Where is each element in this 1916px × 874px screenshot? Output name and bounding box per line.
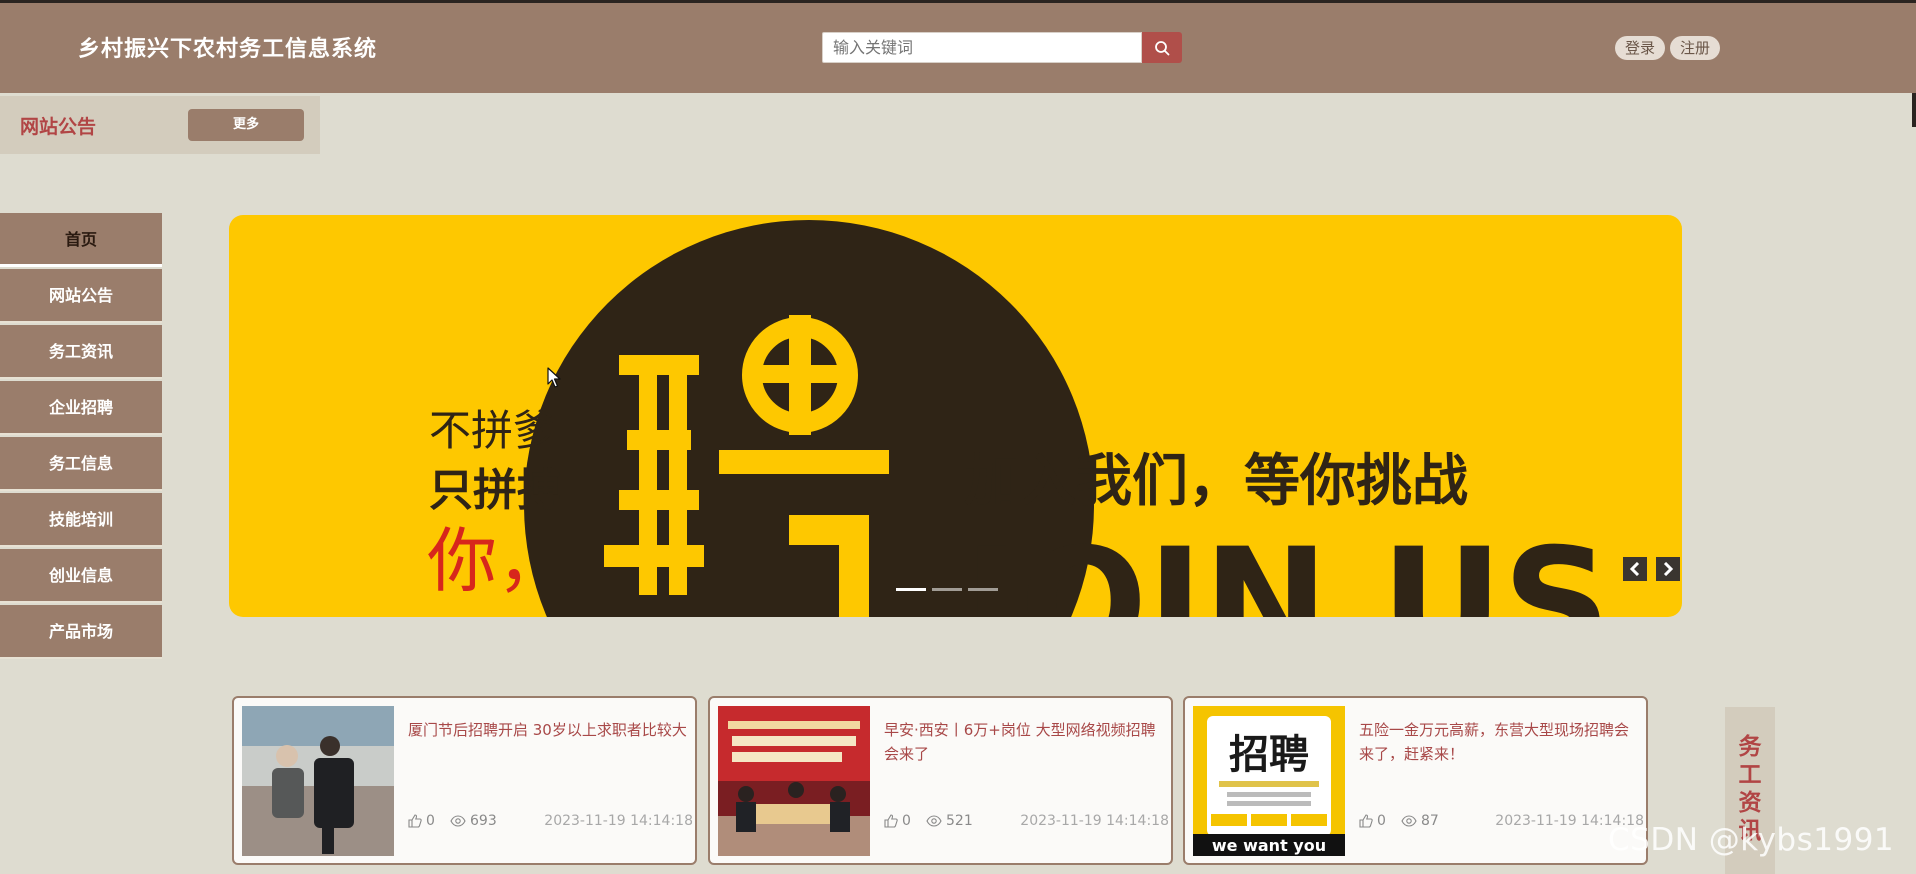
like-count: 0 (426, 813, 435, 829)
nav-item-recruitment[interactable]: 企业招聘 (0, 381, 162, 435)
carousel-prev-button[interactable] (1623, 557, 1647, 581)
thumbs-up-icon (1359, 814, 1373, 828)
like-count: 0 (902, 813, 911, 829)
banner-line1: 不拼爹 (429, 406, 555, 455)
like-button[interactable]: 0 (884, 813, 911, 829)
like-button[interactable]: 0 (408, 813, 435, 829)
notice-bar: 网站公告 更多 (0, 96, 320, 154)
top-header: 乡村振兴下农村务工信息系统 登录 注册 (0, 0, 1916, 93)
thumb-recruit-text: 招聘 (1229, 732, 1309, 778)
nav-item-work-info[interactable]: 务工信息 (0, 437, 162, 491)
news-meta: 0 521 2023-11-19 14:14:18 (884, 813, 1169, 833)
register-button[interactable]: 注册 (1670, 36, 1720, 60)
view-stat: 87 (1401, 813, 1439, 829)
login-button[interactable]: 登录 (1615, 36, 1665, 60)
watermark-text: CSDN @kybs1991 (1608, 822, 1895, 858)
carousel-dot[interactable] (932, 588, 962, 591)
eye-icon (926, 815, 942, 827)
news-date: 2023-11-19 14:14:18 (1020, 813, 1169, 829)
news-card[interactable]: 厦门节后招聘开启 30岁以上求职者比较大 0 693 2023-11-19 14… (232, 696, 697, 865)
banner-join-text: JOIN US (955, 517, 1611, 617)
view-count: 521 (946, 813, 973, 829)
search-icon (1155, 40, 1170, 55)
carousel-dot[interactable] (968, 588, 998, 591)
nav-item-product-market[interactable]: 产品市场 (0, 605, 162, 659)
notice-title: 网站公告 (20, 116, 97, 138)
news-thumbnail (242, 706, 394, 856)
carousel-dot[interactable] (896, 588, 926, 591)
site-title: 乡村振兴下农村务工信息系统 (78, 37, 378, 62)
banner-slogan: 加入我们，等你挑战 (964, 449, 1468, 514)
news-title[interactable]: 早安·西安丨6万+岗位 大型网络视频招聘会来了 (884, 718, 1164, 766)
news-card[interactable]: 招聘 we want you 五险一金万元高薪，东营大型现场招聘会来了，赶紧来！… (1183, 696, 1648, 865)
banner-carousel[interactable]: 不拼爹 只拼搏 你， 加入我们，等你挑战 JOIN US (229, 215, 1682, 617)
eye-icon (1401, 815, 1417, 827)
banner-line3: 你， (427, 520, 567, 602)
eye-icon (450, 815, 466, 827)
nav-item-startup-info[interactable]: 创业信息 (0, 549, 162, 603)
mouse-cursor-icon (547, 367, 561, 388)
view-stat: 693 (450, 813, 497, 829)
news-thumbnail: 招聘 we want you (1193, 706, 1345, 856)
banner-line2: 只拼搏 (429, 465, 561, 516)
window-edge (1912, 93, 1916, 127)
like-count: 0 (1377, 813, 1386, 829)
carousel-indicators (896, 588, 998, 591)
news-thumbnail (718, 706, 870, 856)
view-count: 693 (470, 813, 497, 829)
nav-item-home[interactable]: 首页 (0, 213, 162, 267)
nav-item-skill-training[interactable]: 技能培训 (0, 493, 162, 547)
view-stat: 521 (926, 813, 973, 829)
news-date: 2023-11-19 14:14:18 (544, 813, 693, 829)
chevron-right-icon (1663, 562, 1674, 576)
nav-item-notice[interactable]: 网站公告 (0, 269, 162, 323)
news-title[interactable]: 厦门节后招聘开启 30岁以上求职者比较大 (408, 718, 688, 742)
news-title[interactable]: 五险一金万元高薪，东营大型现场招聘会来了，赶紧来！ (1359, 718, 1639, 766)
news-meta: 0 87 2023-11-19 14:14:18 (1359, 813, 1644, 833)
thumb-we-want-you: we want you (1212, 836, 1326, 855)
carousel-next-button[interactable] (1656, 557, 1680, 581)
search-input[interactable] (822, 32, 1142, 63)
thumbs-up-icon (408, 814, 422, 828)
view-count: 87 (1421, 813, 1439, 829)
sidebar-nav: 首页 网站公告 务工资讯 企业招聘 务工信息 技能培训 创业信息 产品市场 (0, 213, 162, 661)
banner-image: 不拼爹 只拼搏 你， 加入我们，等你挑战 JOIN US (427, 220, 1611, 617)
thumbs-up-icon (884, 814, 898, 828)
chevron-left-icon (1629, 562, 1640, 576)
nav-item-work-news[interactable]: 务工资讯 (0, 325, 162, 379)
search-button[interactable] (1142, 32, 1182, 63)
news-card[interactable]: 早安·西安丨6万+岗位 大型网络视频招聘会来了 0 521 2023-11-19… (708, 696, 1173, 865)
like-button[interactable]: 0 (1359, 813, 1386, 829)
news-meta: 0 693 2023-11-19 14:14:18 (408, 813, 693, 833)
notice-more-button[interactable]: 更多 (188, 109, 304, 141)
